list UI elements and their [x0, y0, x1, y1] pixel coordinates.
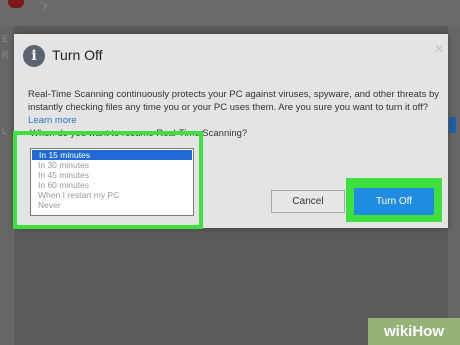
app-left-panel: E R L: [0, 26, 14, 345]
list-option-45-minutes[interactable]: In 45 minutes: [31, 170, 193, 180]
info-icon: i: [23, 45, 45, 67]
dialog-header: i Turn Off ✕: [14, 34, 448, 84]
app-right-panel: [448, 26, 460, 345]
dialog-message: Real-Time Scanning continuously protects…: [28, 88, 440, 127]
dialog-body-text: Real-Time Scanning continuously protects…: [28, 89, 439, 113]
app-logo: [8, 0, 24, 8]
list-option-30-minutes[interactable]: In 30 minutes: [31, 160, 193, 170]
app-left-letter: R: [2, 50, 9, 60]
list-option-60-minutes[interactable]: In 60 minutes: [31, 180, 193, 190]
cancel-button[interactable]: Cancel: [271, 190, 345, 213]
app-left-letter: L: [2, 126, 8, 136]
list-option-15-minutes[interactable]: In 15 minutes: [32, 150, 192, 160]
watermark-text-a: wiki: [383, 323, 413, 340]
learn-more-link[interactable]: Learn more: [28, 115, 77, 126]
list-option-restart[interactable]: When I restart my PC: [31, 190, 193, 200]
watermark-text-b: How: [412, 323, 445, 340]
turn-off-button[interactable]: Turn Off: [354, 188, 434, 215]
app-title: "y: [40, 0, 48, 10]
list-option-never[interactable]: Never: [31, 200, 193, 210]
close-icon[interactable]: ✕: [434, 42, 444, 56]
dialog-title: Turn Off: [52, 47, 103, 63]
app-left-letter: E: [2, 34, 9, 44]
resume-time-listbox[interactable]: In 15 minutes In 30 minutes In 45 minute…: [30, 148, 194, 216]
wikihow-watermark: wikiHow: [368, 318, 460, 345]
app-topbar: "y: [0, 0, 460, 26]
app-right-accent: [449, 117, 456, 133]
